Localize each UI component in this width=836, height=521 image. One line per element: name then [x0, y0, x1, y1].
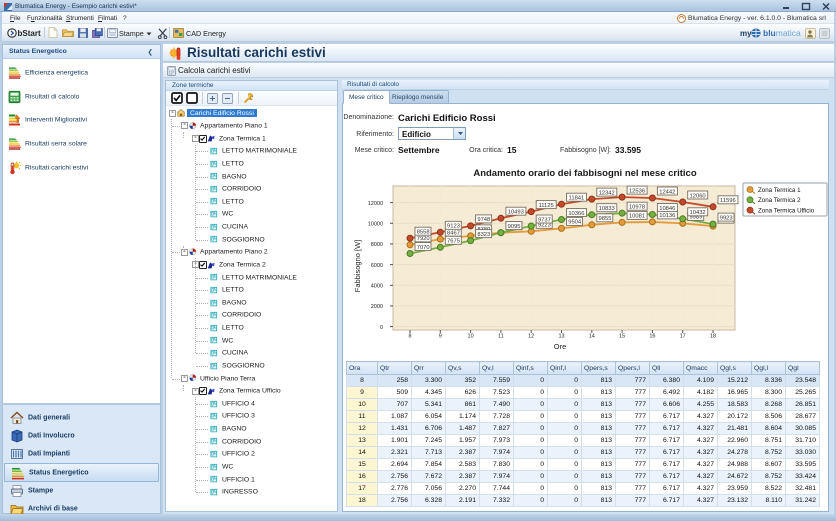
svg-text:9223: 9223 [538, 223, 551, 229]
svg-text:8323: 8323 [477, 232, 490, 238]
svg-text:10846: 10846 [659, 206, 675, 212]
svg-text:9095: 9095 [508, 224, 521, 230]
svg-text:8: 8 [408, 334, 411, 340]
svg-text:12060: 12060 [690, 193, 706, 199]
svg-text:6000: 6000 [371, 263, 383, 269]
svg-text:17: 17 [680, 334, 686, 340]
svg-text:Zona Termica Ufficio: Zona Termica Ufficio [758, 208, 815, 215]
svg-text:0: 0 [380, 325, 383, 331]
svg-text:9748: 9748 [477, 217, 490, 223]
svg-text:10978: 10978 [629, 205, 645, 211]
svg-text:9855: 9855 [599, 216, 612, 222]
svg-text:4000: 4000 [371, 284, 383, 290]
svg-text:Andamento orario dei fabbisogn: Andamento orario dei fabbisogni nel mese… [473, 168, 696, 179]
svg-text:7675: 7675 [447, 239, 460, 245]
svg-text:10366: 10366 [568, 211, 584, 217]
svg-text:9123: 9123 [447, 224, 460, 230]
svg-text:11596: 11596 [720, 198, 736, 204]
svg-text:10: 10 [468, 334, 474, 340]
svg-text:9923: 9923 [720, 215, 733, 221]
svg-text:10432: 10432 [690, 210, 706, 216]
svg-text:10136: 10136 [659, 213, 675, 219]
svg-text:Zona Termica 2: Zona Termica 2 [758, 197, 801, 204]
svg-text:10833: 10833 [599, 206, 615, 212]
svg-text:12342: 12342 [599, 190, 615, 196]
svg-text:12: 12 [528, 334, 534, 340]
svg-text:10493: 10493 [508, 210, 524, 216]
svg-text:7070: 7070 [417, 245, 430, 251]
svg-text:10000: 10000 [368, 222, 383, 228]
svg-text:16: 16 [649, 334, 655, 340]
svg-text:18: 18 [710, 334, 716, 340]
svg-text:15: 15 [619, 334, 625, 340]
svg-text:2000: 2000 [371, 304, 383, 310]
svg-text:11: 11 [498, 334, 504, 340]
svg-text:12442: 12442 [659, 189, 675, 195]
svg-text:7920: 7920 [417, 236, 430, 242]
svg-text:8000: 8000 [371, 242, 383, 248]
svg-text:12536: 12536 [629, 188, 645, 194]
svg-text:12000: 12000 [368, 201, 383, 207]
svg-text:Zona Termica 1: Zona Termica 1 [758, 187, 801, 194]
svg-text:14: 14 [589, 334, 595, 340]
svg-text:Ore: Ore [554, 342, 567, 351]
svg-text:8558: 8558 [417, 230, 430, 236]
svg-text:9504: 9504 [568, 220, 582, 226]
svg-text:10081: 10081 [629, 214, 645, 220]
svg-text:11125: 11125 [538, 203, 553, 209]
svg-text:13: 13 [558, 334, 564, 340]
svg-text:9737: 9737 [538, 217, 551, 223]
svg-text:8467: 8467 [447, 230, 460, 236]
svg-text:9: 9 [439, 334, 442, 340]
svg-text:Fabbisogno [W]: Fabbisogno [W] [353, 240, 362, 293]
svg-text:11841: 11841 [569, 196, 585, 202]
